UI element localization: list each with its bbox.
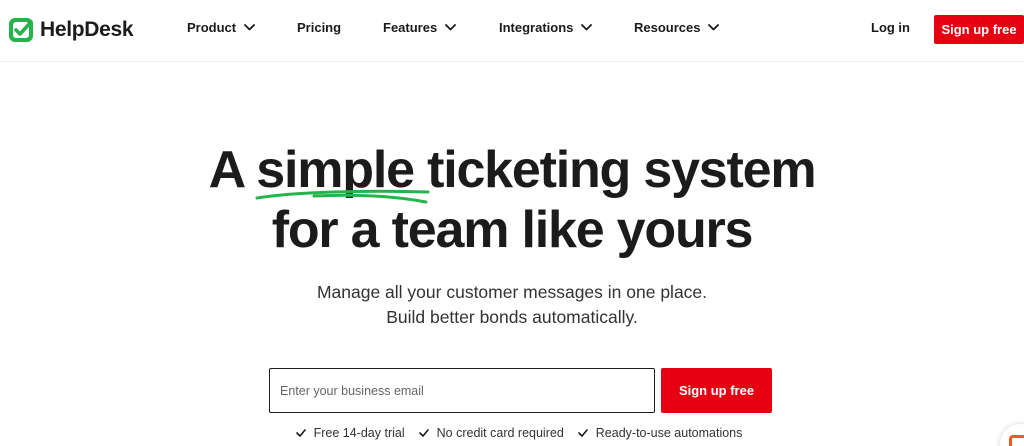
business-email-input[interactable]: [269, 368, 655, 413]
title-accent-word: simple: [255, 140, 430, 204]
hero-title: A simple ticketing system for a team lik…: [0, 140, 1024, 260]
nav-item-label: Pricing: [297, 20, 342, 35]
feature-label: Ready-to-use automations: [595, 426, 743, 440]
feature-label: Free 14-day trial: [313, 426, 405, 440]
logo-text: HelpDesk: [40, 18, 134, 41]
hero-subtitle: Manage all your customer messages in one…: [0, 280, 1024, 330]
login-link[interactable]: Log in: [871, 20, 910, 35]
logo-check-icon: [9, 18, 33, 42]
hero-title-line-2: for a team like yours: [271, 201, 754, 259]
chevron-down-icon: [445, 24, 457, 31]
nav-item-label: Resources: [634, 20, 701, 35]
site-header: HelpDesk Product Pricing Features Integr…: [0, 0, 1024, 62]
check-icon: [577, 429, 588, 437]
hero-signup-button[interactable]: Sign up free: [661, 368, 772, 413]
chevron-down-icon: [244, 24, 256, 31]
nav-item-product[interactable]: Product: [187, 20, 256, 35]
title-accent-text: simple: [256, 141, 415, 199]
nav-item-label: Integrations: [499, 20, 574, 35]
helpdesk-logo[interactable]: HelpDesk: [8, 17, 134, 43]
title-prefix: A: [208, 141, 245, 199]
chevron-down-icon: [708, 24, 720, 31]
nav-item-pricing[interactable]: Pricing: [297, 20, 341, 35]
feature-item-automations: Ready-to-use automations: [577, 426, 743, 440]
header-signup-button[interactable]: Sign up free: [934, 15, 1024, 44]
feature-label: No credit card required: [436, 426, 564, 440]
chevron-down-icon: [581, 24, 593, 31]
check-icon: [295, 429, 306, 437]
title-suffix: ticketing system: [427, 141, 816, 199]
hero-title-line-1: A simple ticketing system: [0, 140, 1024, 204]
check-icon: [418, 429, 429, 437]
nav-item-features[interactable]: Features: [383, 20, 457, 35]
feature-list: Free 14-day trial No credit card require…: [0, 426, 1024, 440]
subtitle-line-1: Manage all your customer messages in one…: [316, 282, 708, 302]
chat-bubble-icon: [1009, 435, 1024, 446]
nav-item-integrations[interactable]: Integrations: [499, 20, 593, 35]
feature-item-no-card: No credit card required: [418, 426, 564, 440]
nav-item-resources[interactable]: Resources: [634, 20, 720, 35]
feature-item-trial: Free 14-day trial: [295, 426, 405, 440]
subtitle-line-2: Build better bonds automatically.: [386, 307, 638, 327]
nav-item-label: Features: [383, 20, 438, 35]
nav-item-label: Product: [187, 20, 237, 35]
